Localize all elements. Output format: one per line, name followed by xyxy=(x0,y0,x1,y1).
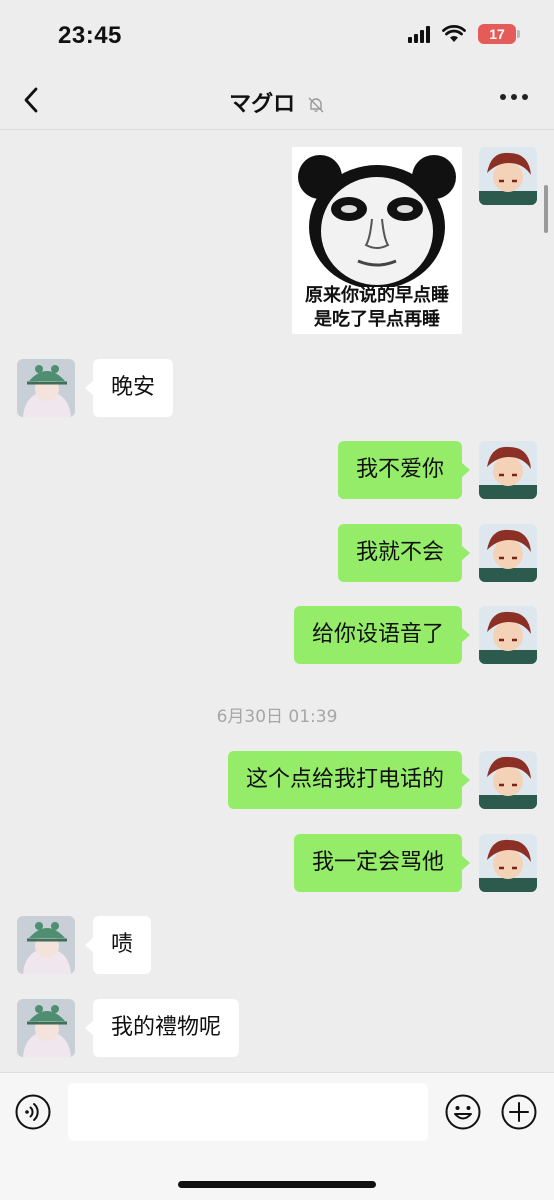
panda-sticker-image xyxy=(292,147,462,289)
incoming-message-bubble[interactable]: 晚安 xyxy=(84,359,174,417)
my-avatar[interactable] xyxy=(479,834,537,892)
outgoing-message-bubble[interactable]: 给你设语音了 xyxy=(293,606,471,664)
outgoing-message-bubble[interactable]: 这个点给我打电话的 xyxy=(227,751,471,809)
incoming-message-bubble[interactable]: 啧 xyxy=(84,916,152,974)
home-indicator[interactable] xyxy=(178,1181,376,1188)
voice-icon[interactable] xyxy=(14,1093,52,1131)
my-avatar[interactable] xyxy=(479,441,537,499)
status-bar: 23:45 17 xyxy=(0,0,554,70)
chat-header: マグロ xyxy=(0,70,554,130)
sticker-caption: 原来你说的早点睡 是吃了早点再睡 xyxy=(292,284,462,332)
scrollbar[interactable] xyxy=(544,185,548,233)
cellular-signal-icon xyxy=(408,25,430,43)
status-indicators: 17 xyxy=(408,24,520,44)
sticker-caption-line: 原来你说的早点睡 xyxy=(305,285,449,306)
battery-icon: 17 xyxy=(478,24,520,44)
mute-icon xyxy=(308,97,324,113)
contact-avatar[interactable] xyxy=(17,916,75,974)
status-time: 23:45 xyxy=(58,22,122,49)
emoji-icon[interactable] xyxy=(444,1093,482,1131)
outgoing-message-bubble[interactable]: 我就不会 xyxy=(337,524,471,582)
my-avatar[interactable] xyxy=(479,751,537,809)
plus-icon[interactable] xyxy=(500,1093,538,1131)
my-avatar[interactable] xyxy=(479,606,537,664)
sticker-message[interactable]: 原来你说的早点睡 是吃了早点再睡 xyxy=(292,147,462,334)
my-avatar[interactable] xyxy=(479,147,537,205)
contact-avatar[interactable] xyxy=(17,359,75,417)
incoming-message-bubble[interactable]: 我的禮物呢 xyxy=(84,999,240,1057)
contact-name: マグロ xyxy=(229,92,296,117)
contact-avatar[interactable] xyxy=(17,999,75,1057)
more-icon[interactable] xyxy=(500,94,528,100)
message-timestamp: 6月30日 01:39 xyxy=(216,707,338,727)
chat-title: マグロ xyxy=(0,86,554,118)
outgoing-message-bubble[interactable]: 我不爱你 xyxy=(337,441,471,499)
sticker-caption-line: 是吃了早点再睡 xyxy=(314,309,440,330)
wifi-icon xyxy=(442,25,466,42)
message-input[interactable] xyxy=(68,1083,428,1141)
my-avatar[interactable] xyxy=(479,524,537,582)
outgoing-message-bubble[interactable]: 我一定会骂他 xyxy=(293,834,471,892)
